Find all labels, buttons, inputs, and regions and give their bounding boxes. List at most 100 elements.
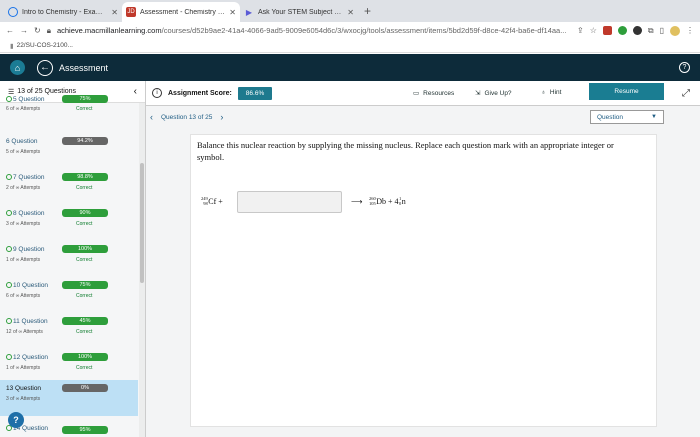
back-button[interactable]: ← — [37, 59, 53, 76]
puzzle-icon[interactable]: ⧉ — [648, 26, 654, 36]
question-title-text: 12 Question — [13, 354, 49, 361]
sidebar-icon[interactable]: ▯ — [660, 26, 664, 35]
browser-tab[interactable]: JD Assessment - Chemistry and Li ✕ — [122, 2, 240, 22]
attempts: 1 of ∞ Attempts — [6, 365, 41, 371]
browser-tab[interactable]: ▶ Ask Your STEM Subject Questi ✕ — [240, 2, 358, 22]
url-host: achieve.macmillanlearning.com — [56, 26, 162, 35]
help-button[interactable]: ? — [8, 412, 24, 428]
give-up-button[interactable]: ⇲ Give Up? — [475, 89, 512, 98]
sidebar-item-question-6[interactable]: 6 Question 5 of ∞ Attempts 94.2% — [0, 133, 138, 169]
tab-favicon-icon — [8, 7, 18, 17]
question-position: Question 13 of 25 — [161, 113, 213, 121]
home-icon[interactable]: ⌂ — [10, 60, 25, 75]
question-content: Balance this nuclear reaction by supplyi… — [146, 128, 700, 437]
sidebar-scrollbar[interactable] — [139, 103, 145, 437]
hint-button[interactable]: ♁ Hint — [541, 89, 561, 96]
question-title-text: 5 Question — [13, 96, 45, 103]
app-header: ⌂ ← Assessment ? — [0, 54, 700, 81]
back-arrow-icon[interactable]: ← — [6, 26, 14, 35]
lock-icon[interactable]: 🔒︎ — [47, 26, 51, 36]
reaction-arrow: ⟶ — [351, 197, 363, 206]
sidebar-item-question-13[interactable]: 13 Question 3 of ∞ Attempts 0% — [0, 380, 138, 416]
url-field[interactable]: achieve.macmillanlearning.com/courses/d5… — [57, 26, 571, 35]
score-badge: 100% — [62, 353, 108, 361]
sidebar-item-question-7[interactable]: 7 Question 2 of ∞ Attempts 98.8% Correct — [0, 169, 138, 205]
extension-icon[interactable] — [632, 26, 642, 35]
check-extension-icon[interactable] — [617, 26, 627, 35]
neutron-symbol: n — [401, 197, 406, 206]
question-count: 13 of 25 Questions — [17, 88, 77, 95]
close-icon[interactable]: ✕ — [111, 8, 118, 17]
resume-button[interactable]: Resume — [589, 83, 664, 100]
close-icon[interactable]: ✕ — [347, 8, 354, 17]
reactant-scripts: 249 98 — [201, 196, 208, 206]
status-label: Correct — [76, 106, 93, 112]
score-label: Assignment Score: — [168, 89, 232, 97]
share-icon[interactable]: ⇪ — [577, 26, 584, 35]
browser-tab-bar: Intro to Chemistry - Exam 2 Pr ✕ JD Asse… — [0, 0, 700, 22]
extension-icon[interactable] — [602, 26, 612, 35]
resources-button[interactable]: ▭ Resources — [413, 89, 454, 98]
star-icon[interactable]: ☆ — [590, 26, 597, 35]
forward-arrow-icon[interactable]: → — [20, 26, 28, 35]
sidebar-item-question-8[interactable]: 8 Question 3 of ∞ Attempts 90% Correct — [0, 205, 138, 241]
score-badge: 98.8% — [62, 173, 108, 181]
attempts: 12 of ∞ Attempts — [6, 329, 43, 335]
sidebar-item-question-10[interactable]: 10 Question 6 of ∞ Attempts 75% Correct — [0, 277, 138, 313]
score-badge: 94.2% — [62, 137, 108, 145]
question-select[interactable]: Question ▼ — [590, 110, 664, 124]
answer-input[interactable] — [237, 191, 342, 213]
question-sidebar: ☰ 13 of 25 Questions ‹ 5 Question 6 of ∞… — [0, 81, 146, 437]
avatar[interactable] — [670, 25, 680, 36]
page-title: Assessment — [59, 62, 109, 73]
score-badge: 45% — [62, 317, 108, 325]
bookmark-item[interactable]: 22/SU-COS-2100... — [17, 42, 73, 49]
close-icon[interactable]: ✕ — [229, 8, 236, 17]
prev-question-icon[interactable]: ‹ — [150, 112, 153, 122]
question-prompt: Balance this nuclear reaction by supplyi… — [197, 140, 614, 162]
score-badge: 90% — [62, 209, 108, 217]
score-badge: 0% — [62, 384, 108, 392]
question-title: 13 Question — [6, 385, 42, 392]
folder-icon: ▭ — [413, 90, 420, 97]
reactant-symbol: Cf + — [208, 197, 223, 206]
sidebar-item-question-9[interactable]: 9 Question 1 of ∞ Attempts 100% Correct — [0, 241, 138, 277]
reactant-atomic: 98 — [203, 200, 208, 206]
attempts: 1 of ∞ Attempts — [6, 257, 41, 263]
next-question-icon[interactable]: › — [220, 112, 223, 122]
attempts: 3 of ∞ Attempts — [6, 396, 41, 402]
score-badge: 75% — [62, 95, 108, 103]
product-symbol: Db + 4 — [376, 197, 399, 206]
status-label: Correct — [76, 329, 93, 335]
url-path: /courses/d52b9ae2-41a4-4066-9ad5-9009e60… — [161, 26, 567, 35]
score-badge: 100% — [62, 245, 108, 253]
attempts: 6 of ∞ Attempts — [6, 293, 41, 299]
browser-tab[interactable]: Intro to Chemistry - Exam 2 Pr ✕ — [4, 2, 122, 22]
status-label: Correct — [76, 293, 93, 299]
hint-label: Hint — [549, 89, 562, 96]
info-icon[interactable]: i — [152, 88, 162, 98]
tab-title: Ask Your STEM Subject Questi — [258, 8, 344, 16]
score-badge: 95% — [62, 426, 108, 434]
assessment-toolbar: i Assignment Score: 86.6% ▭ Resources ⇲ … — [146, 81, 700, 106]
help-icon[interactable]: ? — [679, 62, 690, 73]
product-atomic: 105 — [369, 200, 376, 206]
reload-icon[interactable]: ↻ — [34, 26, 41, 35]
product-nucleus: 260 105 Db + 4 10 n — [369, 196, 406, 206]
reactant-nucleus: 249 98 Cf + — [201, 196, 223, 206]
question-title: 6 Question — [6, 138, 38, 145]
new-tab-button[interactable]: + — [358, 4, 377, 22]
score-value: 86.6% — [237, 86, 273, 100]
address-bar: ← → ↻ 🔒︎ achieve.macmillanlearning.com/c… — [0, 22, 700, 39]
status-label: Correct — [76, 221, 93, 227]
expand-icon[interactable]: ⤢ — [682, 88, 690, 99]
status-label: Correct — [76, 365, 93, 371]
scrollbar-thumb[interactable] — [140, 163, 144, 283]
check-icon — [6, 246, 12, 252]
lightbulb-icon: ♁ — [541, 89, 546, 96]
check-icon — [6, 210, 12, 216]
sidebar-item-question-5[interactable]: 5 Question 6 of ∞ Attempts 75% Correct — [0, 95, 138, 115]
question-title: 9 Question — [6, 246, 44, 253]
menu-icon[interactable]: ⋮ — [686, 26, 694, 35]
sidebar-item-question-11[interactable]: 11 Question 12 of ∞ Attempts 45% Correct — [0, 313, 138, 349]
